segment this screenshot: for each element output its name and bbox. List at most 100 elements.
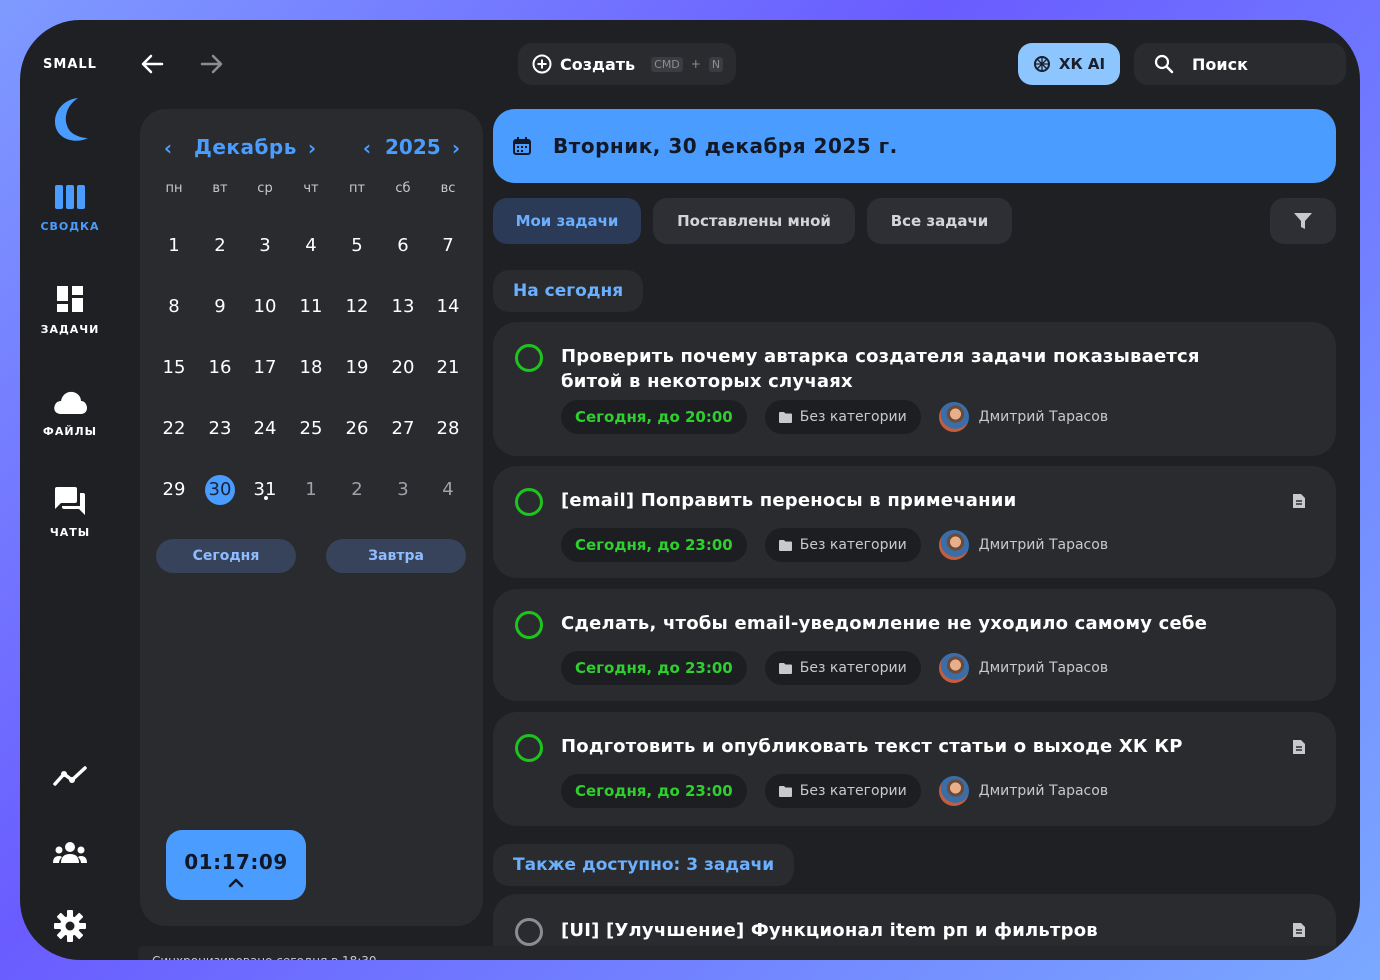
calendar-day[interactable]: 26 bbox=[337, 413, 377, 445]
calendar-day[interactable]: 31 bbox=[245, 474, 285, 506]
section-more-label[interactable]: Также доступно: 3 задачи bbox=[493, 844, 795, 886]
prev-month-chevron-icon[interactable]: ‹ bbox=[158, 135, 178, 161]
calendar-day[interactable]: 7 bbox=[428, 230, 468, 262]
calendar-day[interactable]: 12 bbox=[337, 291, 377, 323]
tab-assigned-by-me[interactable]: Поставлены мной bbox=[653, 198, 855, 244]
task-category[interactable]: Без категории bbox=[764, 774, 921, 808]
moon-logo-icon[interactable] bbox=[48, 94, 96, 146]
calendar-day[interactable]: 13 bbox=[383, 291, 423, 323]
team-icon[interactable] bbox=[52, 835, 88, 871]
calendar-day-number: 2 bbox=[214, 235, 226, 256]
kbd-cmd: CMD bbox=[651, 56, 683, 72]
chevron-up-icon[interactable] bbox=[228, 878, 244, 888]
calendar-day[interactable]: 5 bbox=[337, 230, 377, 262]
ai-button[interactable]: ХК AI bbox=[1018, 43, 1120, 85]
next-month-chevron-icon[interactable]: › bbox=[302, 135, 322, 161]
calendar-day[interactable]: 4 bbox=[291, 230, 331, 262]
calendar-day[interactable]: 25 bbox=[291, 413, 331, 445]
task-category[interactable]: Без категории bbox=[764, 400, 921, 434]
filter-funnel-icon bbox=[1294, 213, 1312, 229]
calendar-day[interactable]: 4 bbox=[428, 474, 468, 506]
task-meta: Сегодня, до 20:00 Без категории Дмитрий … bbox=[561, 400, 1108, 434]
calendar-day-number: 18 bbox=[299, 357, 323, 378]
nav-item-summary[interactable]: СВОДКА bbox=[20, 185, 120, 234]
calendar-day[interactable]: 30 bbox=[200, 474, 240, 506]
calendar-day[interactable]: 24 bbox=[245, 413, 285, 445]
task-card[interactable]: Сделать, чтобы email-уведомление не уход… bbox=[493, 589, 1336, 701]
calendar-day[interactable]: 23 bbox=[200, 413, 240, 445]
search-box[interactable] bbox=[1134, 43, 1346, 85]
task-title: Проверить почему автарка создателя задач… bbox=[561, 346, 1200, 392]
tomorrow-button[interactable]: Завтра bbox=[326, 539, 466, 573]
calendar-day[interactable]: 14 bbox=[428, 291, 468, 323]
task-assignee[interactable]: Дмитрий Тарасов bbox=[938, 530, 1109, 560]
calendar-day[interactable]: 10 bbox=[245, 291, 285, 323]
calendar-day[interactable]: 2 bbox=[337, 474, 377, 506]
back-arrow-icon[interactable] bbox=[138, 50, 166, 78]
calendar-day[interactable]: 1 bbox=[291, 474, 331, 506]
nav-item-label: ЗАДАЧИ bbox=[40, 323, 100, 336]
timer-widget[interactable]: 01:17:09 bbox=[166, 830, 306, 900]
search-icon bbox=[1154, 54, 1174, 74]
nav-item-chats[interactable]: ЧАТЫ bbox=[20, 487, 120, 540]
brand-label: SMALL bbox=[43, 57, 97, 72]
calendar-day[interactable]: 3 bbox=[245, 230, 285, 262]
year-label[interactable]: 2025 bbox=[385, 135, 441, 159]
nav-item-label: ФАЙЛЫ bbox=[42, 425, 98, 438]
task-assignee[interactable]: Дмитрий Тарасов bbox=[938, 776, 1108, 806]
calendar-day[interactable]: 2 bbox=[200, 230, 240, 262]
event-dot bbox=[218, 496, 222, 500]
task-card[interactable]: Подготовить и опубликовать текст статьи … bbox=[493, 712, 1336, 826]
prev-year-chevron-icon[interactable]: ‹ bbox=[357, 135, 377, 161]
task-assignee[interactable]: Дмитрий Тарасов bbox=[938, 402, 1108, 432]
calendar-day[interactable]: 3 bbox=[383, 474, 423, 506]
calendar-day[interactable]: 20 bbox=[383, 352, 423, 384]
nav-item-files[interactable]: ФАЙЛЫ bbox=[20, 390, 120, 439]
calendar-day[interactable]: 27 bbox=[383, 413, 423, 445]
calendar-day[interactable]: 15 bbox=[154, 352, 194, 384]
task-checkbox[interactable] bbox=[515, 734, 543, 762]
calendar-day[interactable]: 17 bbox=[245, 352, 285, 384]
calendar-day[interactable]: 28 bbox=[428, 413, 468, 445]
calendar-day[interactable]: 21 bbox=[428, 352, 468, 384]
today-button[interactable]: Сегодня bbox=[156, 539, 296, 573]
task-card[interactable]: [email] Поправить переносы в примечании … bbox=[493, 466, 1336, 578]
filter-button[interactable] bbox=[1270, 198, 1336, 244]
task-title: [UI] [Улучшение] Функционал item рп и фи… bbox=[561, 920, 1098, 941]
calendar-day[interactable]: 22 bbox=[154, 413, 194, 445]
calendar-day-number: 20 bbox=[391, 357, 415, 378]
task-card[interactable]: Проверить почему автарка создателя задач… bbox=[493, 322, 1336, 456]
forward-arrow-icon[interactable] bbox=[198, 50, 226, 78]
task-category[interactable]: Без категории bbox=[764, 651, 921, 685]
settings-gear-icon[interactable] bbox=[52, 908, 88, 944]
kbd-plus: + bbox=[690, 57, 701, 71]
calendar-day[interactable]: 9 bbox=[200, 291, 240, 323]
calendar-day[interactable]: 19 bbox=[337, 352, 377, 384]
next-year-chevron-icon[interactable]: › bbox=[446, 135, 466, 161]
task-checkbox[interactable] bbox=[515, 488, 543, 516]
weekday-label: пн bbox=[165, 181, 183, 196]
tab-all-tasks[interactable]: Все задачи bbox=[867, 198, 1012, 244]
calendar-day[interactable]: 18 bbox=[291, 352, 331, 384]
task-category[interactable]: Без категории bbox=[764, 528, 921, 562]
calendar-day[interactable]: 1 bbox=[154, 230, 194, 262]
month-label[interactable]: Декабрь bbox=[194, 135, 297, 159]
tab-my-tasks[interactable]: Мои задачи bbox=[493, 198, 641, 244]
calendar-day[interactable]: 16 bbox=[200, 352, 240, 384]
nav-item-tasks[interactable]: ЗАДАЧИ bbox=[20, 286, 120, 337]
analytics-icon[interactable] bbox=[52, 758, 88, 794]
task-assignee[interactable]: Дмитрий Тарасов bbox=[938, 653, 1108, 683]
task-checkbox[interactable] bbox=[515, 611, 543, 639]
calendar-day[interactable]: 29 bbox=[154, 474, 194, 506]
create-button[interactable]: Создать CMD + N bbox=[518, 43, 736, 85]
calendar-day[interactable]: 6 bbox=[383, 230, 423, 262]
calendar-day[interactable]: 8 bbox=[154, 291, 194, 323]
calendar-day-number: 10 bbox=[253, 296, 277, 317]
task-assignee-name: Дмитрий Тарасов bbox=[978, 537, 1109, 553]
task-category-label: Без категории bbox=[799, 783, 907, 799]
ai-label: ХК AI bbox=[1058, 55, 1106, 73]
task-checkbox[interactable] bbox=[515, 918, 543, 946]
task-checkbox[interactable] bbox=[515, 344, 543, 372]
calendar-day[interactable]: 11 bbox=[291, 291, 331, 323]
search-input[interactable] bbox=[1192, 54, 1332, 74]
